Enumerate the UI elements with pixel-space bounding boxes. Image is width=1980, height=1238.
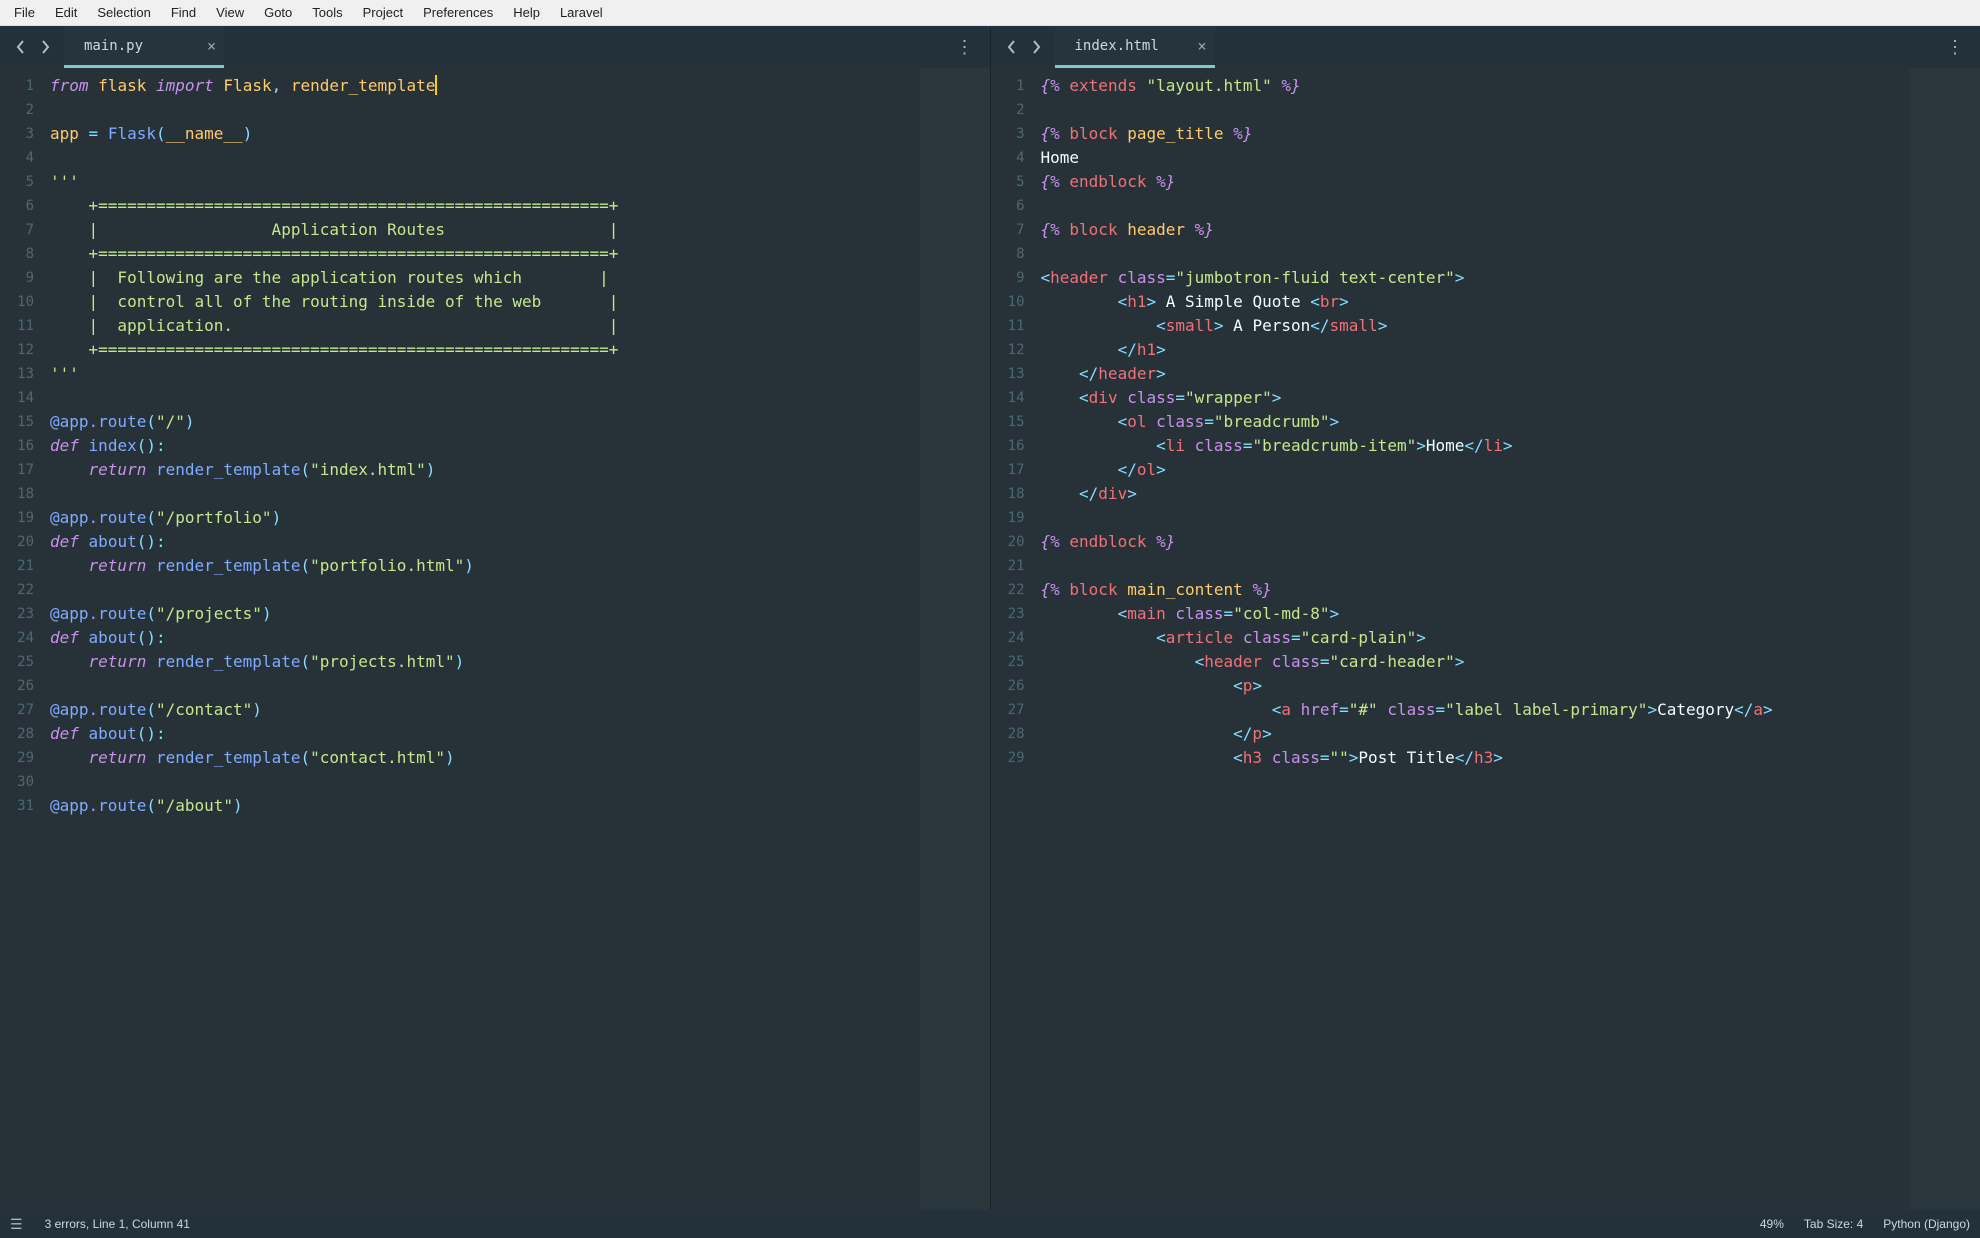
nav-back-icon[interactable] [12,38,30,56]
minimap-right[interactable] [1910,68,1980,1210]
tab-index-html[interactable]: index.html × [1055,26,1215,68]
nav-forward-icon[interactable] [1027,38,1045,56]
menu-view[interactable]: View [206,2,254,23]
gutter-left: 1234567891011121314151617181920212223242… [0,68,42,1210]
close-icon[interactable]: × [207,37,216,55]
menu-find[interactable]: Find [161,2,206,23]
menu-selection[interactable]: Selection [87,2,160,23]
tab-main-py[interactable]: main.py × [64,26,224,68]
menu-file[interactable]: File [4,2,45,23]
gutter-right: 1234567891011121314151617181920212223242… [991,68,1033,1210]
code-area-right[interactable]: 1234567891011121314151617181920212223242… [991,68,1980,1210]
minimap-left[interactable] [920,68,990,1210]
pane-options-icon[interactable]: ⋮ [942,37,990,58]
close-icon[interactable]: × [1197,37,1206,55]
tab-nav-buttons [993,38,1055,56]
nav-forward-icon[interactable] [36,38,54,56]
menu-bar: FileEditSelectionFindViewGotoToolsProjec… [0,0,1980,26]
menu-preferences[interactable]: Preferences [413,2,503,23]
code-right[interactable]: {% extends "layout.html" %} {% block pag… [1033,68,1911,1210]
code-left[interactable]: from flask import Flask, render_template… [42,68,920,1210]
tab-title: index.html [1075,38,1159,54]
editor-pane-left: main.py × ⋮ 1234567891011121314151617181… [0,26,991,1210]
tab-title: main.py [84,38,143,54]
status-zoom[interactable]: 49% [1760,1217,1784,1231]
pane-options-icon[interactable]: ⋮ [1932,37,1980,58]
hamburger-icon[interactable]: ☰ [10,1216,23,1233]
menu-help[interactable]: Help [503,2,550,23]
code-area-left[interactable]: 1234567891011121314151617181920212223242… [0,68,990,1210]
editor-pane-right: index.html × ⋮ 1234567891011121314151617… [991,26,1980,1210]
status-language[interactable]: Python (Django) [1883,1217,1970,1231]
editors-split: main.py × ⋮ 1234567891011121314151617181… [0,26,1980,1210]
status-tabsize[interactable]: Tab Size: 4 [1804,1217,1863,1231]
tab-nav-buttons [2,38,64,56]
status-bar: ☰ 3 errors, Line 1, Column 41 49% Tab Si… [0,1210,1980,1238]
status-errors[interactable]: 3 errors, Line 1, Column 41 [45,1217,190,1231]
tab-bar-left: main.py × ⋮ [0,26,990,68]
menu-tools[interactable]: Tools [302,2,352,23]
tab-bar-right: index.html × ⋮ [991,26,1980,68]
menu-project[interactable]: Project [353,2,413,23]
menu-goto[interactable]: Goto [254,2,302,23]
menu-edit[interactable]: Edit [45,2,87,23]
nav-back-icon[interactable] [1003,38,1021,56]
menu-laravel[interactable]: Laravel [550,2,613,23]
